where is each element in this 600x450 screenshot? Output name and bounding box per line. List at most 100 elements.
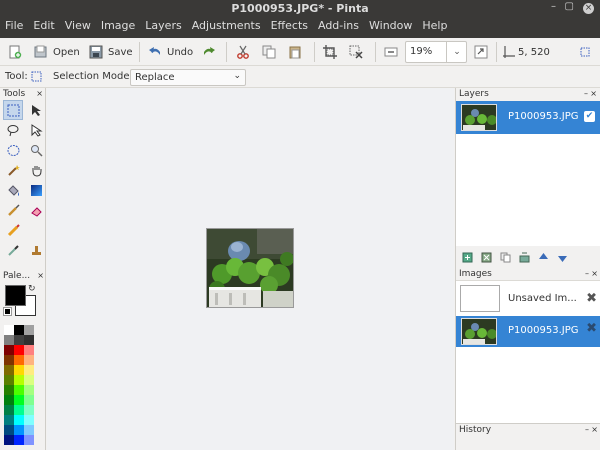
image-row-selected[interactable]: P1000953.JPG ✖	[456, 316, 600, 347]
zoom-tool[interactable]	[26, 140, 46, 160]
close-window-button[interactable]: ×	[583, 3, 594, 14]
palette-color-swatch[interactable]	[24, 425, 34, 435]
reset-colors-icon[interactable]	[3, 307, 12, 316]
layer-row[interactable]: P1000953.JPG ✔	[456, 101, 600, 134]
palette-color-swatch[interactable]	[14, 365, 24, 375]
open-button[interactable]: Open	[34, 42, 80, 62]
clone-stamp-tool[interactable]	[26, 240, 46, 260]
pan-tool[interactable]	[26, 160, 46, 180]
minimize-panel-icon[interactable]: –	[585, 424, 589, 436]
menu-image[interactable]: Image	[96, 18, 140, 36]
palette-color-swatch[interactable]	[14, 355, 24, 365]
redo-button[interactable]	[202, 42, 216, 62]
menu-layers[interactable]: Layers	[140, 18, 186, 36]
zoom-combo[interactable]: 19% ⌄	[405, 41, 467, 63]
color-picker-tool[interactable]	[3, 240, 23, 260]
save-button[interactable]: Save	[89, 42, 133, 62]
palette-color-swatch[interactable]	[24, 345, 34, 355]
menu-file[interactable]: File	[0, 18, 28, 36]
palette-color-swatch[interactable]	[14, 345, 24, 355]
palette-color-swatch[interactable]	[14, 405, 24, 415]
undo-button[interactable]: Undo	[148, 42, 193, 62]
layer-visibility-checkbox[interactable]: ✔	[584, 111, 595, 122]
new-button[interactable]	[8, 42, 22, 62]
palette-color-swatch[interactable]	[4, 345, 14, 355]
palette-color-swatch[interactable]	[4, 425, 14, 435]
menu-view[interactable]: View	[60, 18, 96, 36]
palette-color-swatch[interactable]	[14, 385, 24, 395]
add-layer-icon[interactable]	[462, 252, 473, 263]
canvas-area[interactable]	[47, 88, 454, 450]
close-icon[interactable]: ×	[37, 270, 44, 282]
minimize-icon[interactable]: –	[551, 1, 556, 12]
palette-color-swatch[interactable]	[24, 355, 34, 365]
palette-color-swatch[interactable]	[14, 435, 24, 445]
palette-color-swatch[interactable]	[24, 435, 34, 445]
palette-color-swatch[interactable]	[14, 335, 24, 345]
close-icon[interactable]: ×	[591, 424, 598, 436]
minimize-panel-icon[interactable]: –	[584, 88, 588, 100]
close-image-icon[interactable]: ✖	[586, 291, 597, 306]
crop-button[interactable]	[323, 42, 337, 62]
palette-color-swatch[interactable]	[4, 385, 14, 395]
palette-color-swatch[interactable]	[14, 425, 24, 435]
palette-color-swatch[interactable]	[4, 365, 14, 375]
deselect-button[interactable]	[349, 42, 363, 62]
close-image-icon[interactable]: ✖	[586, 321, 597, 336]
palette-color-swatch[interactable]	[24, 325, 34, 335]
cut-button[interactable]	[236, 42, 250, 62]
menu-add-ins[interactable]: Add-ins	[313, 18, 364, 36]
palette-color-swatch[interactable]	[24, 395, 34, 405]
palette-color-swatch[interactable]	[4, 355, 14, 365]
duplicate-layer-icon[interactable]	[500, 252, 511, 263]
selection-mode-combo[interactable]: Replace ⌄	[130, 69, 246, 86]
delete-layer-icon[interactable]	[481, 252, 492, 263]
merge-layer-icon[interactable]	[519, 252, 530, 263]
palette-color-swatch[interactable]	[4, 435, 14, 445]
palette-color-swatch[interactable]	[24, 375, 34, 385]
lasso-select-tool[interactable]	[3, 120, 23, 140]
palette-color-swatch[interactable]	[4, 415, 14, 425]
magic-wand-tool[interactable]	[3, 160, 23, 180]
rectangle-select-tool[interactable]	[3, 100, 23, 120]
palette-color-swatch[interactable]	[4, 405, 14, 415]
paintbrush-tool[interactable]	[3, 200, 23, 220]
palette-color-swatch[interactable]	[24, 365, 34, 375]
palette-color-swatch[interactable]	[24, 385, 34, 395]
menu-adjustments[interactable]: Adjustments	[187, 18, 266, 36]
image-row[interactable]: Unsaved Im... ✖	[456, 285, 600, 312]
palette-color-swatch[interactable]	[24, 405, 34, 415]
minimize-panel-icon[interactable]: –	[585, 268, 589, 280]
palette-color-swatch[interactable]	[24, 335, 34, 345]
maximize-icon[interactable]: ▢	[565, 1, 574, 12]
palette-color-swatch[interactable]	[4, 375, 14, 385]
close-icon[interactable]: ×	[591, 268, 598, 280]
close-icon[interactable]: ×	[36, 88, 43, 100]
paste-button[interactable]	[288, 42, 302, 62]
zoom-in-button[interactable]	[474, 42, 488, 62]
menu-window[interactable]: Window	[364, 18, 417, 36]
palette-color-swatch[interactable]	[24, 415, 34, 425]
move-selection-tool[interactable]	[26, 120, 46, 140]
menu-effects[interactable]: Effects	[266, 18, 313, 36]
palette-color-swatch[interactable]	[4, 335, 14, 345]
zoom-out-button[interactable]	[384, 42, 398, 62]
menu-edit[interactable]: Edit	[28, 18, 59, 36]
pencil-tool[interactable]	[3, 220, 23, 240]
palette-color-swatch[interactable]	[4, 325, 14, 335]
chevron-down-icon[interactable]: ⌄	[233, 71, 241, 81]
primary-color-swatch[interactable]	[5, 285, 26, 306]
menu-help[interactable]: Help	[417, 18, 452, 36]
image-canvas[interactable]	[206, 228, 294, 308]
copy-button[interactable]	[262, 42, 276, 62]
close-icon[interactable]: ×	[590, 88, 597, 100]
move-layer-up-icon[interactable]	[538, 252, 549, 263]
eraser-tool[interactable]	[26, 200, 46, 220]
swap-colors-icon[interactable]: ↻	[28, 284, 36, 294]
palette-color-swatch[interactable]	[14, 415, 24, 425]
chevron-down-icon[interactable]: ⌄	[446, 42, 467, 62]
palette-color-swatch[interactable]	[14, 395, 24, 405]
paint-bucket-tool[interactable]	[3, 180, 23, 200]
palette-color-swatch[interactable]	[4, 395, 14, 405]
palette-color-swatch[interactable]	[14, 325, 24, 335]
